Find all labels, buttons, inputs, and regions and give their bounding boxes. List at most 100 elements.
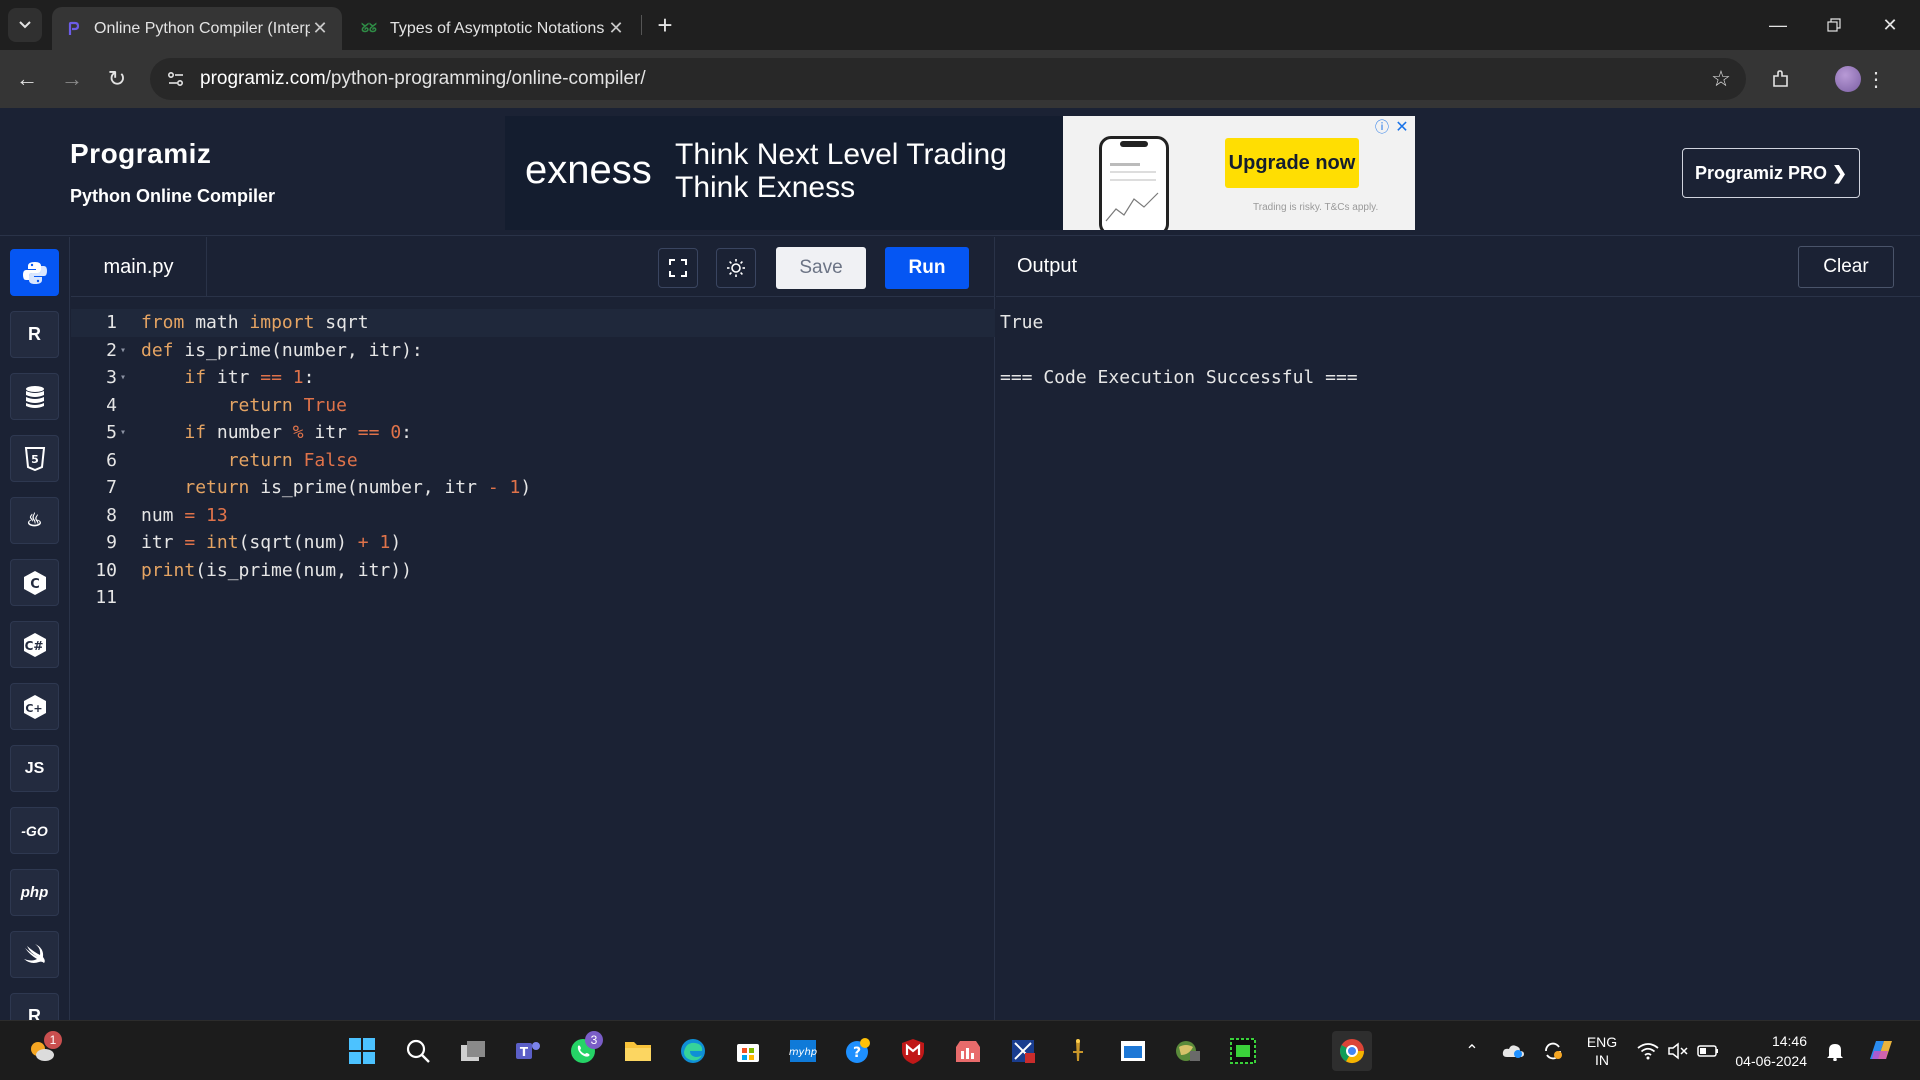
- lang-go-button[interactable]: -GO: [10, 807, 59, 854]
- lang-php-button[interactable]: php: [10, 869, 59, 916]
- teams-icon[interactable]: T: [508, 1031, 548, 1071]
- line-number: 7: [106, 477, 117, 499]
- lang-swift-button[interactable]: [10, 931, 59, 978]
- reload-button[interactable]: ↻: [100, 62, 134, 96]
- close-window-button[interactable]: ✕: [1862, 0, 1918, 50]
- python-icon: [22, 261, 47, 284]
- wifi-icon[interactable]: [1636, 1035, 1660, 1067]
- show-hidden-icons-chevron-icon[interactable]: ⌃: [1460, 1035, 1484, 1067]
- bookmark-star-icon[interactable]: ☆: [1708, 66, 1734, 92]
- restore-button[interactable]: [1806, 0, 1862, 50]
- app-icon-globe[interactable]: [1168, 1031, 1208, 1071]
- app-icon-window[interactable]: [1113, 1031, 1153, 1071]
- copilot-icon[interactable]: [1864, 1035, 1898, 1067]
- programiz-pro-button[interactable]: Programiz PRO ❯: [1682, 148, 1860, 198]
- search-icon[interactable]: [398, 1031, 438, 1071]
- system-clock[interactable]: 14:46 04-06-2024: [1735, 1031, 1807, 1071]
- whatsapp-icon[interactable]: 3: [563, 1031, 603, 1071]
- onedrive-icon[interactable]: [1500, 1035, 1526, 1067]
- start-button[interactable]: [342, 1031, 382, 1071]
- theme-toggle-button[interactable]: [716, 248, 756, 288]
- battery-icon[interactable]: [1696, 1035, 1720, 1067]
- code-editor[interactable]: 1 from math import sqrt 2 ▾ def is_prime(…: [71, 299, 995, 1019]
- extensions-icon[interactable]: [1764, 62, 1798, 96]
- close-tab-icon[interactable]: ✕: [310, 18, 330, 39]
- app-icon-diagram[interactable]: [1003, 1031, 1043, 1071]
- line-number: 1: [106, 312, 117, 334]
- minimize-button[interactable]: —: [1750, 0, 1806, 50]
- ad-headline-line1: Think Next Level Trading: [675, 138, 1007, 171]
- lang-sql-button[interactable]: [10, 373, 59, 420]
- ad-upgrade-button[interactable]: Upgrade now: [1225, 138, 1359, 188]
- help-app-icon[interactable]: ?: [838, 1031, 878, 1071]
- code-line: 10 print(is_prime(num, itr)): [71, 557, 995, 585]
- more-menu-icon[interactable]: ⋮: [1859, 62, 1893, 96]
- line-number: 2: [106, 339, 117, 361]
- profile-avatar[interactable]: [1835, 66, 1861, 92]
- forward-button[interactable]: →: [55, 62, 89, 96]
- run-button[interactable]: Run: [885, 247, 969, 289]
- file-explorer-icon[interactable]: [618, 1031, 658, 1071]
- clear-button[interactable]: Clear: [1798, 246, 1894, 288]
- tab-search-button[interactable]: [8, 8, 42, 42]
- fold-arrow-icon[interactable]: ▾: [117, 372, 129, 383]
- fullscreen-icon: [669, 259, 687, 277]
- fold-arrow-icon[interactable]: ▾: [117, 345, 129, 356]
- microsoft-store-icon[interactable]: [728, 1031, 768, 1071]
- ad-info-icon[interactable]: ⓘ: [1373, 118, 1391, 136]
- fold-arrow-icon[interactable]: ▾: [117, 427, 129, 438]
- save-button[interactable]: Save: [776, 247, 866, 289]
- go-icon: -GO: [21, 822, 48, 839]
- chrome-icon[interactable]: [1332, 1031, 1372, 1071]
- weather-widget-icon[interactable]: 1: [22, 1031, 62, 1071]
- code-text: if itr == 1:: [184, 367, 315, 389]
- new-tab-button[interactable]: +: [650, 10, 680, 40]
- language-sidebar: R 5 ♨ C C# C+ JS -GO php R: [0, 237, 70, 1020]
- lang-html-button[interactable]: 5: [10, 435, 59, 482]
- url-text: programiz.com/python-programming/online-…: [200, 68, 646, 90]
- advertisement-banner[interactable]: exness Think Next Level Trading Think Ex…: [505, 116, 1415, 230]
- site-info-icon[interactable]: [156, 58, 196, 100]
- sync-icon[interactable]: [1540, 1035, 1566, 1067]
- lang-cpp-button[interactable]: C+: [10, 683, 59, 730]
- code-text: if number % itr == 0:: [184, 422, 412, 444]
- fullscreen-button[interactable]: [658, 248, 698, 288]
- lang-rust-button[interactable]: R: [10, 993, 59, 1020]
- address-bar[interactable]: programiz.com/python-programming/online-…: [150, 58, 1746, 100]
- clock-time: 14:46: [1771, 1033, 1807, 1049]
- app-icon-torch[interactable]: [1058, 1031, 1098, 1071]
- app-icon-chart[interactable]: [948, 1031, 988, 1071]
- line-number: 10: [95, 559, 117, 581]
- lang-csharp-button[interactable]: C#: [10, 621, 59, 668]
- lang-python-button[interactable]: [10, 249, 59, 296]
- compiler-subtitle: Python Online Compiler: [70, 186, 276, 206]
- task-view-icon[interactable]: [453, 1031, 493, 1071]
- programiz-favicon-icon: [64, 20, 82, 38]
- file-tab-main[interactable]: main.py: [71, 237, 207, 297]
- app-icon-terminal[interactable]: [1223, 1031, 1263, 1071]
- mcafee-icon[interactable]: [893, 1031, 933, 1071]
- tab-python-compiler[interactable]: Online Python Compiler (Interp ✕: [52, 7, 342, 50]
- code-text: from math import sqrt: [141, 312, 369, 334]
- back-button[interactable]: ←: [10, 62, 44, 96]
- speaker-muted-icon[interactable]: [1666, 1035, 1690, 1067]
- svg-text:myhp: myhp: [789, 1047, 817, 1058]
- output-console[interactable]: True === Code Execution Successful ===: [1000, 299, 1358, 392]
- lang-c-button[interactable]: C: [10, 559, 59, 606]
- ad-close-icon[interactable]: ✕: [1393, 118, 1411, 136]
- lang-r-button[interactable]: R: [10, 311, 59, 358]
- notification-bell-icon[interactable]: [1822, 1035, 1848, 1067]
- editor-pane: main.py Save Run 1 from math import sqrt…: [71, 237, 995, 1020]
- edge-icon[interactable]: [673, 1031, 713, 1071]
- line-number: 11: [95, 587, 117, 609]
- input-language-indicator[interactable]: ENG IN: [1582, 1033, 1622, 1069]
- lang-js-button[interactable]: JS: [10, 745, 59, 792]
- code-line: 7 return is_prime(number, itr - 1): [71, 474, 995, 502]
- programiz-logo[interactable]: Programiz: [70, 138, 211, 170]
- tab-asymptotic-notations[interactable]: ᘜᘜ Types of Asymptotic Notations ✕: [348, 7, 638, 50]
- close-tab-icon[interactable]: ✕: [606, 18, 626, 39]
- html5-icon: 5: [24, 446, 45, 471]
- hp-app-icon[interactable]: myhp: [783, 1031, 823, 1071]
- lang-java-button[interactable]: ♨: [10, 497, 59, 544]
- site-header: Programiz Python Online Compiler exness …: [0, 108, 1920, 236]
